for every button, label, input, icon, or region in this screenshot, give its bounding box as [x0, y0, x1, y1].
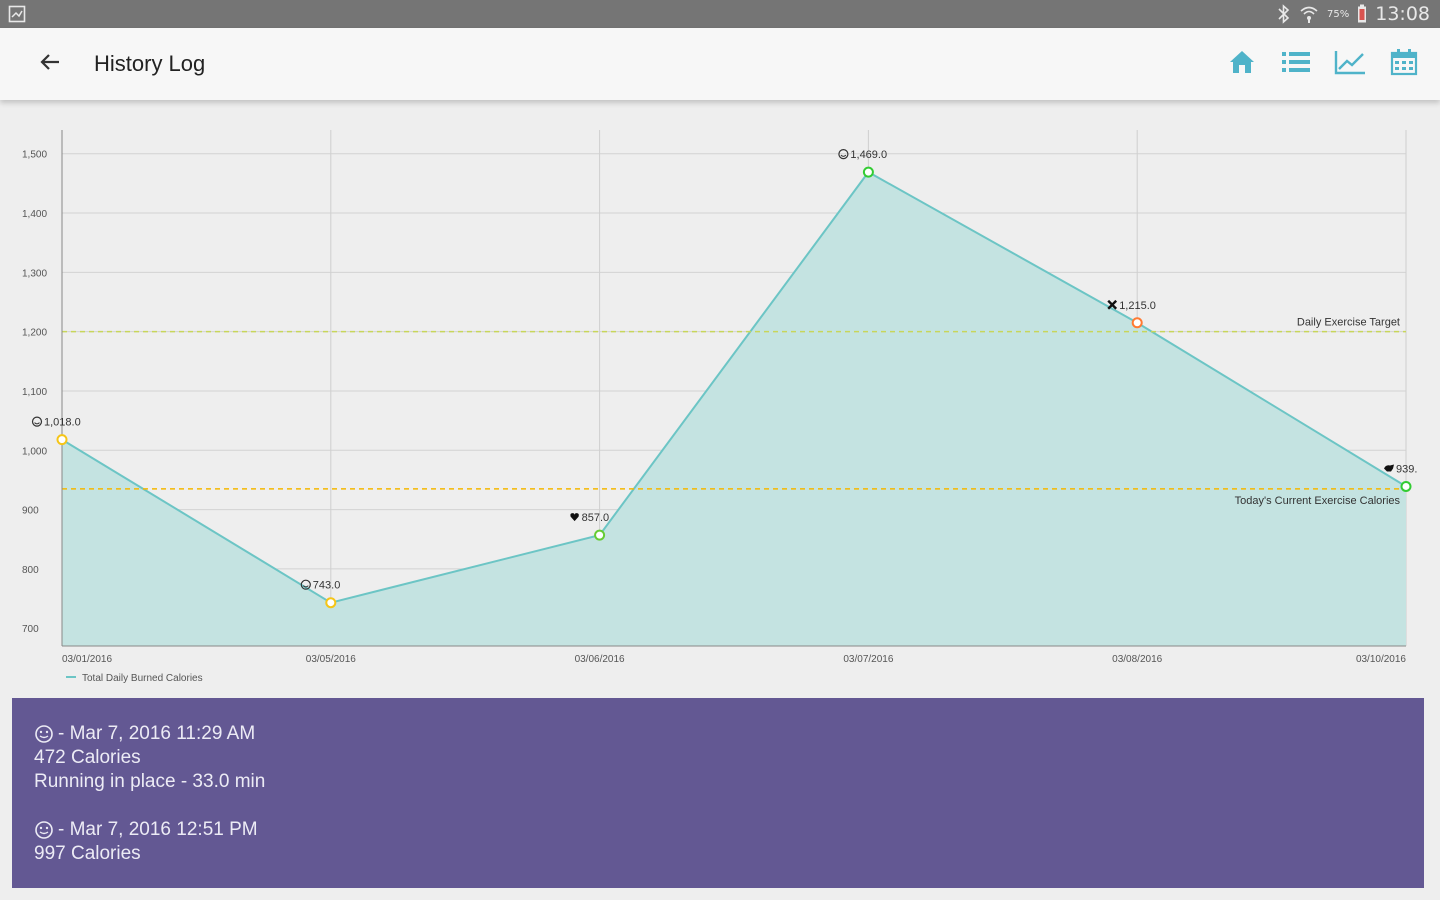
app-bar: History Log: [0, 28, 1440, 100]
bluetooth-icon: [1277, 4, 1291, 24]
log-entry[interactable]: - Mar 7, 2016 11:29 AM 472 Calories Runn…: [34, 722, 1402, 794]
status-time: 13:08: [1375, 3, 1430, 25]
trend-chart-icon: [1334, 49, 1366, 80]
y-tick-label: 1,400: [22, 209, 47, 220]
limit-line-label: Daily Exercise Target: [1297, 317, 1400, 329]
data-label: 1,469.0: [850, 149, 887, 161]
list-button[interactable]: [1278, 46, 1314, 82]
data-point: [325, 597, 337, 609]
entry-calories: 997 Calories: [34, 843, 141, 864]
battery-percent: 75%: [1327, 8, 1350, 20]
x-tick-label: 03/10/2016: [1356, 654, 1406, 665]
x-tick-label: 03/08/2016: [1112, 654, 1162, 665]
limit-line-label: Today's Current Exercise Calories: [1235, 495, 1401, 507]
cow-icon: [1384, 464, 1394, 472]
y-tick-label: 1,000: [22, 446, 47, 457]
y-tick-label: 900: [22, 506, 39, 517]
data-point: [862, 166, 874, 178]
page-title: History Log: [94, 51, 206, 76]
icon-part: [1107, 299, 1118, 310]
smiley-icon: [31, 416, 43, 427]
heart-icon: [570, 513, 579, 522]
y-tick-label: 700: [22, 624, 39, 635]
wifi-icon: [1299, 4, 1319, 24]
y-tick-label: 800: [22, 565, 39, 576]
back-button[interactable]: [30, 44, 70, 84]
data-label: 1,018.0: [44, 417, 81, 429]
icon-part: [302, 585, 309, 588]
data-point: [56, 434, 68, 446]
action-bar: [1224, 46, 1422, 82]
entry-activity: Running in place - 33.0 min: [34, 771, 266, 792]
entry-header: - Mar 7, 2016 11:29 AM: [34, 722, 1402, 746]
data-label: 743.0: [313, 580, 341, 592]
y-tick-label: 1,100: [22, 387, 47, 398]
x-tick-label: 03/07/2016: [843, 654, 893, 665]
screenshot-icon: [8, 5, 30, 23]
log-entry[interactable]: - Mar 7, 2016 12:51 PM 997 Calories: [34, 818, 1402, 866]
data-label: 939.: [1396, 463, 1417, 475]
smiley-icon: [34, 724, 54, 744]
calendar-icon: [1390, 48, 1418, 81]
x-tick-label: 03/01/2016: [62, 654, 112, 665]
entry-timestamp: - Mar 7, 2016 12:51 PM: [58, 819, 258, 840]
calories-chart[interactable]: 700 800 900 1,000 1,100 1,200 1,300 1,400 1,500 D…: [0, 100, 1440, 692]
icon-part: [31, 416, 43, 427]
icon-part: [570, 513, 579, 522]
icon-part: [1384, 464, 1394, 472]
home-icon: [1228, 49, 1256, 80]
legend-label: Total Daily Burned Calories: [82, 673, 203, 684]
data-point: [1400, 480, 1412, 492]
entry-header: - Mar 7, 2016 12:51 PM: [34, 818, 1402, 842]
home-button[interactable]: [1224, 46, 1260, 82]
smiley-icon: [34, 820, 54, 840]
data-label: 1,215.0: [1119, 300, 1156, 312]
icon-part: [34, 422, 40, 425]
arrow-left-icon: [39, 51, 61, 78]
entry-calories: 472 Calories: [34, 747, 141, 768]
chart-button[interactable]: [1332, 46, 1368, 82]
series-area: [62, 172, 1406, 646]
data-point: [594, 529, 606, 541]
data-point: [1131, 317, 1143, 329]
status-bar: 75% 13:08: [0, 0, 1440, 28]
data-label: 857.0: [582, 512, 610, 524]
calories-chart-svg: 700 800 900 1,000 1,100 1,200 1,300 1,400 1,500 D…: [22, 130, 1417, 684]
icon-part: [840, 154, 847, 157]
list-icon: [1281, 49, 1311, 80]
details-panel: - Mar 7, 2016 11:29 AM 472 Calories Runn…: [12, 698, 1424, 888]
y-tick-label: 1,500: [22, 150, 47, 161]
x-tick-label: 03/06/2016: [575, 654, 625, 665]
x-tick-label: 03/05/2016: [306, 654, 356, 665]
calendar-button[interactable]: [1386, 46, 1422, 82]
entry-timestamp: - Mar 7, 2016 11:29 AM: [58, 723, 256, 744]
y-tick-label: 1,300: [22, 268, 47, 279]
battery-icon: [1357, 4, 1367, 24]
y-tick-label: 1,200: [22, 328, 47, 339]
cross-icon: [1107, 299, 1118, 310]
